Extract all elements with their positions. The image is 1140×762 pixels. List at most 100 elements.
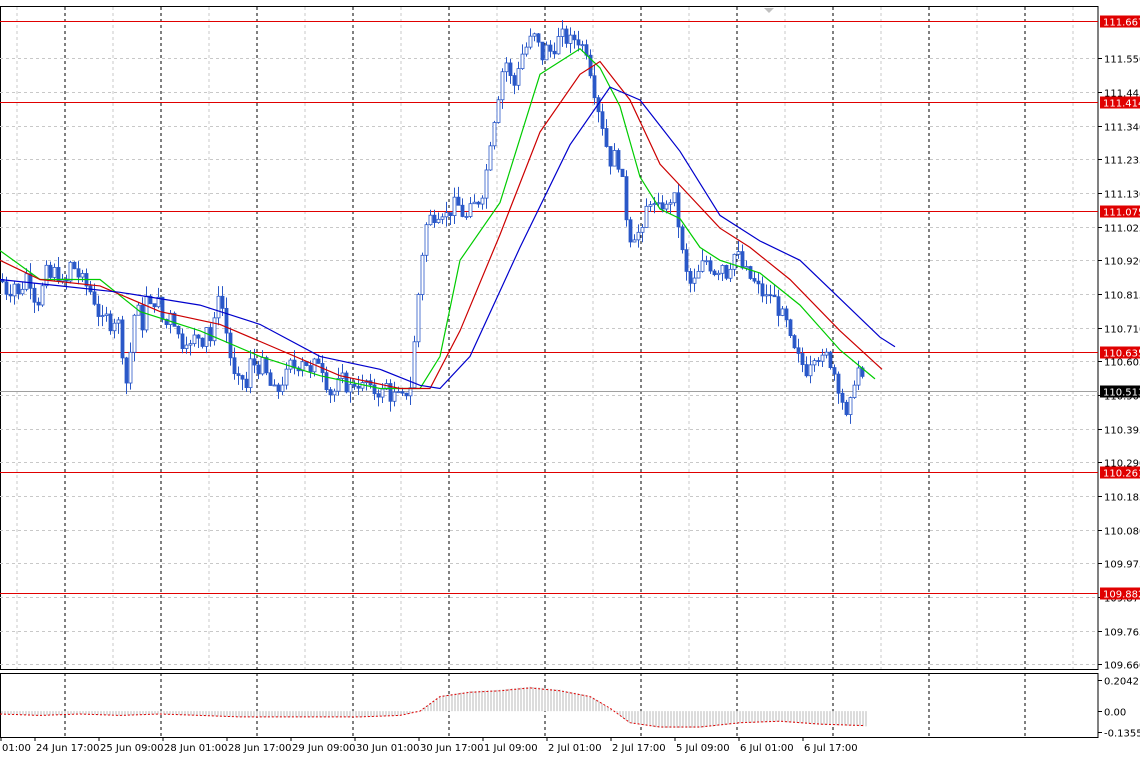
- candle-body: [512, 75, 517, 86]
- candle-body: [4, 281, 9, 295]
- candle-body: [464, 216, 469, 218]
- candle-body: [268, 372, 273, 386]
- candle-body: [348, 383, 353, 393]
- candle-body: [280, 384, 285, 392]
- candle-body: [104, 313, 109, 316]
- candle-body: [500, 71, 505, 101]
- candle-body: [128, 351, 133, 384]
- price-tick-label-18: 109.660: [1104, 661, 1140, 672]
- candle-body: [480, 197, 485, 205]
- candle-body: [272, 384, 277, 387]
- candle-body: [824, 351, 829, 356]
- time-label-12: 6 Jul 01:00: [740, 743, 794, 754]
- candle-body: [460, 204, 465, 217]
- candle-body: [684, 249, 689, 272]
- candle-body: [504, 62, 509, 73]
- candle-body: [544, 44, 549, 61]
- candle-body: [436, 218, 441, 223]
- candle-body: [232, 357, 237, 375]
- candle-body: [848, 397, 853, 415]
- candle-body: [452, 196, 457, 216]
- price-chart[interactable]: 111.550111.445111.340111.235111.130111.0…: [0, 0, 1140, 758]
- price-tick-label-14: 110.080: [1104, 527, 1140, 538]
- candle-body: [20, 288, 25, 295]
- candle-body: [836, 373, 841, 394]
- candle-body: [644, 205, 649, 228]
- candle-body: [468, 203, 473, 217]
- candle-body: [256, 364, 261, 375]
- oscillator-tick-label-2: -0.1355: [1104, 729, 1140, 740]
- candle-body: [160, 296, 165, 320]
- candle-body: [396, 391, 401, 394]
- candle-body: [204, 327, 209, 347]
- candle-body: [540, 41, 545, 61]
- candle-body: [76, 268, 81, 278]
- candle-body: [80, 273, 85, 278]
- candle-body: [328, 389, 333, 396]
- candle-body: [656, 202, 661, 205]
- candle-body: [620, 168, 625, 178]
- candle-body: [732, 253, 737, 270]
- candle-body: [692, 277, 697, 284]
- candle-body: [764, 294, 769, 297]
- candle-body: [768, 294, 773, 297]
- candle-body: [668, 202, 673, 205]
- oscillator-pane-frame: [0, 673, 1099, 738]
- candle-body: [424, 224, 429, 256]
- candle-body: [188, 343, 193, 346]
- candle-body: [820, 354, 825, 362]
- candle-body: [492, 122, 497, 147]
- candle-body: [36, 301, 41, 306]
- candle-body: [236, 373, 241, 376]
- oscillator-tick-label-0: 0.2042: [1104, 677, 1139, 688]
- candle-body: [112, 322, 117, 332]
- candle-body: [52, 267, 57, 278]
- candle-body: [176, 325, 181, 335]
- candle-body: [792, 335, 797, 349]
- candle-body: [580, 44, 585, 47]
- price-tick-label-15: 109.975: [1104, 560, 1140, 571]
- candle-body: [624, 176, 629, 221]
- level-label-5: 109.882: [1103, 590, 1140, 601]
- candle-body: [832, 367, 837, 375]
- candle-body: [740, 251, 745, 269]
- candle-body: [772, 294, 777, 298]
- candle-body: [152, 303, 157, 308]
- candle-body: [284, 368, 289, 386]
- price-tick-label-17: 109.765: [1104, 628, 1140, 639]
- candle-body: [48, 264, 53, 278]
- candle-body: [260, 357, 265, 375]
- candle-body: [276, 384, 281, 392]
- candle-body: [844, 401, 849, 415]
- candle-body: [92, 291, 97, 305]
- candle-body: [100, 315, 105, 317]
- candle-body: [380, 388, 385, 398]
- chart-window[interactable]: 111.550111.445111.340111.235111.130111.0…: [0, 0, 1140, 758]
- candle-body: [660, 202, 665, 210]
- candle-body: [672, 192, 677, 204]
- candle-body: [652, 203, 657, 206]
- candle-body: [428, 214, 433, 226]
- time-label-9: 2 Jul 01:00: [548, 743, 602, 754]
- candle-body: [244, 378, 249, 389]
- candle-body: [420, 254, 425, 295]
- candle-body: [728, 268, 733, 279]
- candle-body: [220, 295, 225, 309]
- candle-body: [476, 201, 481, 205]
- candle-body: [572, 34, 577, 41]
- candle-body: [456, 196, 461, 206]
- candle-body: [400, 391, 405, 394]
- candle-body: [264, 357, 269, 374]
- candle-body: [16, 283, 21, 295]
- time-label-4: 28 Jun 17:00: [228, 743, 292, 754]
- candle-body: [616, 150, 621, 170]
- candle-body: [316, 358, 321, 364]
- candle-body: [676, 192, 681, 228]
- candle-body: [804, 364, 809, 377]
- price-tick-label-8: 110.710: [1104, 325, 1140, 336]
- candle-body: [548, 44, 553, 52]
- time-label-7: 30 Jun 17:00: [420, 743, 484, 754]
- candle-body: [196, 334, 201, 339]
- price-tick-label-11: 110.395: [1104, 426, 1140, 437]
- candle-body: [448, 212, 453, 216]
